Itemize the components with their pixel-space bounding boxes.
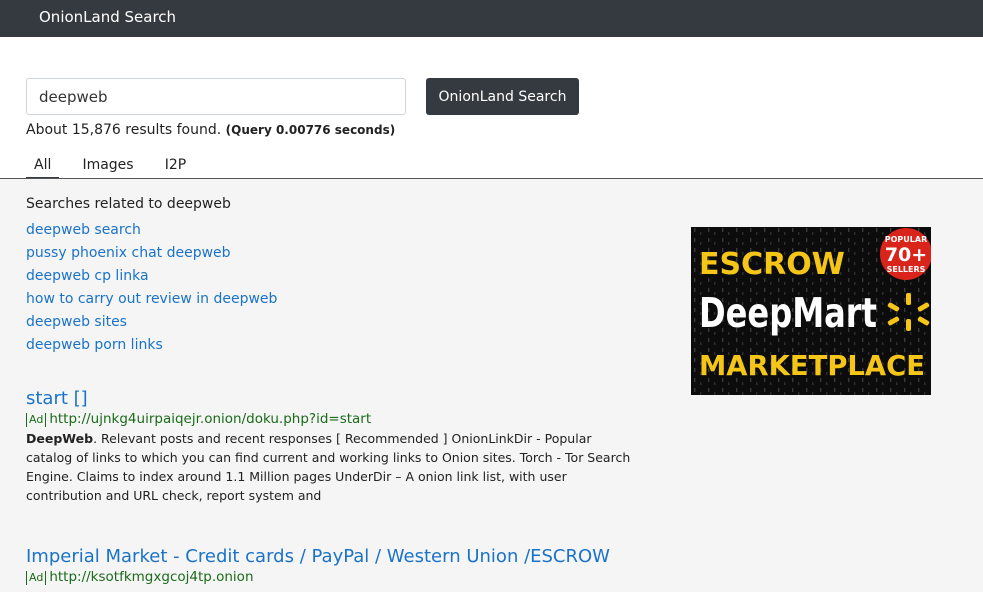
badge-number: 70+: [885, 244, 927, 266]
result-title-link[interactable]: Imperial Market - Credit cards / PayPal …: [26, 546, 636, 568]
related-item: deepweb cp linka: [26, 265, 277, 288]
query-time: (Query 0.00776 seconds): [225, 123, 396, 137]
results-count: About 15,876 results found.: [26, 122, 222, 138]
top-navbar: OnionLand Search: [0, 0, 983, 37]
search-input[interactable]: [26, 78, 406, 115]
badge-popular-text: POPULAR: [885, 235, 927, 244]
badge-sellers-text: SELLERS: [887, 265, 926, 274]
related-link[interactable]: deepweb porn links: [26, 337, 163, 353]
banner-line-marketplace: MARKETPLACE: [699, 349, 925, 382]
result-snippet: DeepWeb. Relevant posts and recent respo…: [26, 429, 636, 505]
result-stats: About 15,876 results found. (Query 0.007…: [26, 122, 395, 138]
related-item: deepweb sites: [26, 311, 277, 334]
result-url-line: Ad http://ksotfkmgxgcoj4tp.onion: [26, 569, 636, 586]
related-link[interactable]: deepweb search: [26, 222, 141, 238]
banner-line-escrow: ESCROW: [699, 247, 845, 282]
related-link[interactable]: how to carry out review in deepweb: [26, 291, 277, 307]
result-url[interactable]: http://ujnkg4uirpaiqejr.onion/doku.php?i…: [49, 411, 371, 427]
related-item: pussy phoenix chat deepweb: [26, 242, 277, 265]
ad-badge: Ad: [26, 571, 47, 585]
search-result: start [] Ad http://ujnkg4uirpaiqejr.onion…: [26, 388, 636, 505]
search-result: Imperial Market - Credit cards / PayPal …: [26, 546, 636, 586]
related-item: deepweb search: [26, 219, 277, 242]
related-item: how to carry out review in deepweb: [26, 288, 277, 311]
result-title-link[interactable]: start []: [26, 388, 636, 410]
ad-badge: Ad: [26, 413, 47, 427]
related-item: deepweb porn links: [26, 334, 277, 357]
related-searches-heading: Searches related to deepweb: [26, 196, 231, 212]
tabs-divider: [0, 178, 983, 179]
search-button[interactable]: OnionLand Search: [426, 78, 579, 115]
tab-all[interactable]: All: [26, 155, 60, 179]
banner-brand: DeepMart: [699, 289, 877, 337]
result-url-line: Ad http://ujnkg4uirpaiqejr.onion/doku.php…: [26, 411, 636, 428]
related-link[interactable]: deepweb sites: [26, 314, 127, 330]
snippet-text: . Relevant posts and recent responses [ …: [26, 431, 631, 503]
related-link[interactable]: pussy phoenix chat deepweb: [26, 245, 231, 261]
related-link[interactable]: deepweb cp linka: [26, 268, 149, 284]
related-searches-list: deepweb search pussy phoenix chat deepwe…: [26, 219, 277, 357]
search-tabs: All Images I2P: [26, 154, 204, 179]
result-url[interactable]: http://ksotfkmgxgcoj4tp.onion: [49, 569, 253, 585]
ad-banner-graphic: ESCROW DeepMart MARKETPLACE POPULAR 70+ …: [691, 227, 931, 395]
tab-i2p[interactable]: I2P: [157, 155, 194, 179]
snippet-keyword: DeepWeb: [26, 431, 94, 446]
ad-banner[interactable]: ESCROW DeepMart MARKETPLACE POPULAR 70+ …: [691, 227, 931, 395]
brand-link[interactable]: OnionLand Search: [39, 8, 176, 26]
tab-images[interactable]: Images: [74, 155, 141, 179]
